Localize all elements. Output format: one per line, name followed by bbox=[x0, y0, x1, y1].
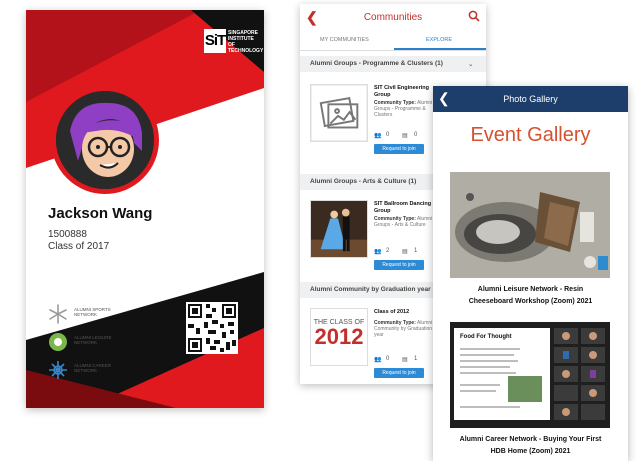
section-header[interactable]: Alumni Groups - Programme & Clusters (1)… bbox=[300, 56, 486, 72]
photo-caption: Alumni Career Network - Buying Your Firs… bbox=[438, 434, 623, 458]
class-of-2012-thumbnail: THE CLASS OF 2012 bbox=[310, 308, 368, 366]
sit-logo-mark: SiT bbox=[204, 29, 226, 53]
section-title: Alumni Community by Graduation year bbox=[310, 286, 431, 293]
resin-workshop-photo[interactable] bbox=[450, 172, 610, 278]
career-network-badge: ALUMNI CAREER NETWORK bbox=[48, 360, 138, 382]
photo-gallery-screen: ❮ Photo Gallery Event Gallery Alumni Lei… bbox=[433, 86, 628, 461]
career-network-icon bbox=[49, 361, 67, 379]
section-title: Alumni Groups - Programme & Clusters (1) bbox=[310, 60, 443, 67]
posts-count: 1 bbox=[414, 356, 418, 362]
student-id: 1500888 bbox=[48, 229, 87, 240]
request-to-join-button[interactable]: Request to join bbox=[374, 260, 424, 270]
members-count: 2 bbox=[386, 248, 390, 254]
community-tabs: MY COMMUNITIES EXPLORE bbox=[300, 32, 486, 51]
members-count: 0 bbox=[386, 356, 390, 362]
caption-line: Alumni Career Network - Buying Your Firs… bbox=[459, 436, 602, 443]
participant-grid bbox=[554, 328, 605, 420]
caption-line: HDB Home (Zoom) 2021 bbox=[490, 448, 571, 455]
sit-logo: SiT SINGAPORE INSTITUTE OF TECHNOLOGY bbox=[204, 29, 264, 59]
search-icon[interactable] bbox=[468, 10, 480, 22]
caption-line: Cheeseboard Workshop (Zoom) 2021 bbox=[468, 298, 593, 305]
community-type: Community Type: Alumni Groups - Arts & C… bbox=[374, 216, 439, 228]
communities-header: ❮ Communities bbox=[300, 4, 486, 30]
leisure-network-icon bbox=[49, 333, 67, 351]
posts-icon: ▤ bbox=[402, 133, 408, 139]
zoom-slide: Food For Thought bbox=[454, 328, 550, 420]
ballroom-dance-photo bbox=[310, 200, 368, 258]
community-type: Community Type: Alumni Community by Grad… bbox=[374, 320, 439, 338]
section-title: Alumni Groups - Arts & Culture (1) bbox=[310, 178, 417, 185]
gallery-header-title: Photo Gallery bbox=[503, 94, 558, 104]
chevron-down-icon[interactable]: ⌄ bbox=[468, 60, 473, 68]
image-placeholder-icon bbox=[310, 84, 368, 142]
members-icon: 👥 bbox=[374, 133, 382, 139]
slide-body bbox=[460, 348, 542, 408]
avatar bbox=[51, 86, 159, 194]
members-icon: 👥 bbox=[374, 357, 382, 363]
cartoon-avatar-icon bbox=[56, 91, 154, 189]
network-label: ALUMNI SPORTS NETWORK bbox=[74, 307, 111, 317]
request-to-join-button[interactable]: Request to join bbox=[374, 144, 424, 154]
career-zoom-photo[interactable]: Food For Thought bbox=[450, 322, 610, 428]
photo-caption: Alumni Leisure Network - Resin Cheeseboa… bbox=[438, 284, 623, 308]
sit-logo-text: SINGAPORE INSTITUTE OF TECHNOLOGY bbox=[228, 30, 264, 54]
thumb-line2: 2012 bbox=[314, 324, 364, 349]
graduation-class: Class of 2017 bbox=[48, 241, 110, 252]
gallery-header: ❮ Photo Gallery bbox=[433, 86, 628, 112]
network-label: ALUMNI CAREER NETWORK bbox=[74, 363, 112, 373]
posts-count: 0 bbox=[414, 132, 418, 138]
members-icon: 👥 bbox=[374, 249, 382, 255]
page-title: Event Gallery bbox=[470, 124, 591, 146]
slide-heading: Food For Thought bbox=[460, 334, 512, 340]
sports-network-icon bbox=[49, 304, 67, 324]
posts-icon: ▤ bbox=[402, 249, 408, 255]
tab-my-communities[interactable]: MY COMMUNITIES bbox=[320, 37, 369, 43]
network-label: ALUMNI LEISURE NETWORK bbox=[74, 335, 112, 345]
posts-icon: ▤ bbox=[402, 357, 408, 363]
posts-count: 1 bbox=[414, 248, 418, 254]
caption-line: Alumni Leisure Network - Resin bbox=[477, 286, 584, 293]
tab-explore[interactable]: EXPLORE bbox=[426, 37, 452, 43]
qr-code-icon[interactable] bbox=[186, 302, 238, 354]
member-name: Jackson Wang bbox=[48, 205, 153, 222]
active-tab-indicator bbox=[394, 48, 486, 50]
sports-network-badge: ALUMNI SPORTS NETWORK bbox=[48, 304, 138, 326]
student-id-card: SiT SINGAPORE INSTITUTE OF TECHNOLOGY Ja… bbox=[26, 10, 264, 408]
community-type: Community Type: Alumni Groups - Programm… bbox=[374, 100, 439, 118]
page-title: Communities bbox=[363, 12, 423, 23]
leisure-network-badge: ALUMNI LEISURE NETWORK bbox=[48, 332, 138, 354]
members-count: 0 bbox=[386, 132, 390, 138]
request-to-join-button[interactable]: Request to join bbox=[374, 368, 424, 378]
